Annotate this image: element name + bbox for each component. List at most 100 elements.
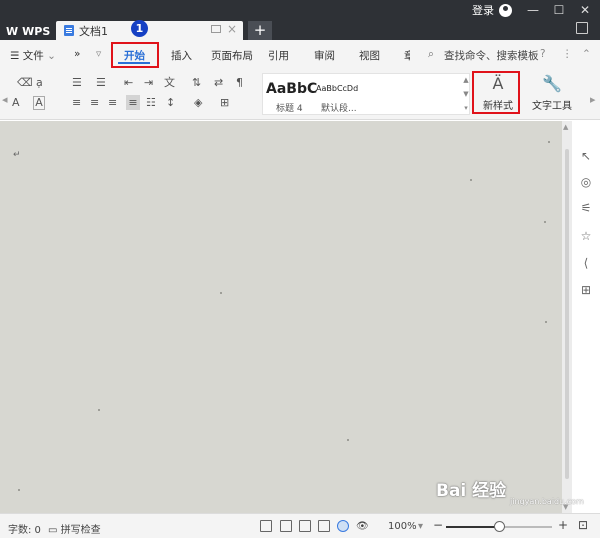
close-button[interactable]: ✕ [572,0,598,20]
document-tab[interactable]: 文档1 × [56,21,243,40]
zoom-level[interactable]: 100% [388,521,417,532]
sidebar-toggle-icon[interactable] [576,22,588,34]
style-label-default: 默认段... [321,104,357,114]
right-tool-panel: ↖ ◎ ⚟ ☆ ⟨ ⊞ [572,121,600,513]
bullet-list-icon[interactable]: ☰ [72,77,82,89]
wps-home-tab[interactable]: W WPS [6,23,50,39]
style-label-heading4: 标题 4 [276,104,303,114]
help-icon[interactable]: ? [540,48,546,62]
distributed-icon[interactable]: ☷ [146,97,156,109]
scrollbar-thumb[interactable] [565,149,569,479]
zoom-out-button[interactable]: − [433,518,443,532]
reading-mode-icon[interactable] [280,520,292,532]
numbered-list-icon[interactable]: ☰ [96,77,106,89]
paper-speck [470,179,472,181]
minimize-button[interactable]: — [520,0,546,20]
paper-speck [220,292,222,294]
zoom-dropdown-icon[interactable]: ▾ [418,521,423,532]
align-center-icon[interactable]: ≡ [90,97,99,109]
ribbon-scroll-right-icon[interactable]: ▸ [590,94,596,106]
login-label: 登录 [472,4,494,17]
share-icon[interactable]: ⟨ [579,256,593,270]
apps-grid-icon[interactable]: ⊞ [579,283,593,297]
search-input[interactable]: 查找命令、搜索模板 [444,48,539,62]
paper-speck [347,439,349,441]
style-sample-body[interactable]: AaBbCcDd [316,84,358,93]
document-tab-title: 文档1 [79,24,108,38]
spell-check-label: 拼写检查 [60,525,101,536]
style-gallery[interactable]: AaBbC AaBbCcDd 标题 4 默认段... [262,73,470,115]
tab-review[interactable]: 审阅 [314,48,335,62]
tab-chapter[interactable]: 章 [404,48,410,62]
char-border-icon[interactable]: A [33,96,45,110]
tab-page-layout[interactable]: 页面布局 [211,48,253,62]
file-menu[interactable]: ☰ 文件 ⌄ [10,48,56,62]
paper-speck [548,141,550,143]
shapes-icon[interactable]: ◎ [579,175,593,189]
spell-check-button[interactable]: ▭ 拼写检查 [48,521,101,536]
menu-bar: ☰ 文件 ⌄ » ▿ 开始 插入 页面布局 引用 审阅 视图 章 ⌕ 查找命令、… [0,40,600,70]
paragraph-mark: ↵ [13,150,21,160]
star-icon[interactable]: ☆ [579,229,593,243]
paper-speck [544,221,546,223]
align-left-icon[interactable]: ≡ [72,97,81,109]
justify-icon[interactable]: ≡ [126,95,140,110]
fullscreen-icon[interactable] [260,520,272,532]
tab-insert[interactable]: 插入 [171,48,192,62]
avatar-icon [499,3,512,17]
document-canvas[interactable]: ↵ [0,121,562,513]
fit-window-icon[interactable]: ⊡ [578,518,588,532]
word-count[interactable]: 字数: 0 [8,521,41,536]
text-tools-button[interactable]: 🔧 文字工具 [528,74,576,112]
sort-icon[interactable]: ⇅ [192,77,201,89]
tab-references[interactable]: 引用 [268,48,289,62]
border-icon[interactable]: ⊞ [220,97,229,109]
web-view-icon[interactable] [337,520,349,532]
paper-speck [18,489,20,491]
chinese-layout-icon[interactable]: 文 [164,77,175,89]
zoom-in-button[interactable]: + [558,518,568,532]
collapse-ribbon-icon[interactable]: ⌃ [582,48,591,62]
phonetic-icon[interactable]: ạ [36,77,43,89]
baidu-watermark-url: jingyan.baidu.com [510,497,584,506]
style-sample-heading[interactable]: AaBbC [266,81,317,97]
highlight-color-icon[interactable]: A [12,97,20,109]
login-button[interactable]: 登录 [472,2,512,18]
paper-speck [545,321,547,323]
ribbon-scroll-left-icon[interactable]: ◂ [2,94,8,106]
more-icon[interactable]: ⋮ [562,48,573,62]
format-painter-icon[interactable]: ¶ [236,77,243,89]
spell-check-icon: ▭ [48,525,61,536]
expand-icon[interactable]: » [74,48,80,62]
scroll-up-icon[interactable]: ▲ [563,123,568,131]
select-cursor-icon[interactable]: ↖ [579,149,593,163]
zoom-slider-handle[interactable] [494,521,505,532]
file-label: 文件 [22,50,44,62]
adjust-settings-icon[interactable]: ⚟ [579,201,593,215]
screen-icon[interactable] [211,25,221,33]
outline-view-icon[interactable] [318,520,330,532]
tab-view[interactable]: 视图 [359,48,380,62]
decrease-indent-icon[interactable]: ⇤ [124,77,133,89]
style-gallery-scroll[interactable]: ▲ ▼ ▾ [462,73,470,117]
zoom-slider-fill [446,526,499,528]
page-view-icon[interactable] [299,520,311,532]
hamburger-icon: ☰ [10,50,23,62]
clear-format-icon[interactable]: ⌫ [17,77,33,89]
align-right-icon[interactable]: ≡ [108,97,117,109]
close-tab-icon[interactable]: × [227,22,237,36]
search-icon[interactable]: ⌕ [428,48,434,62]
callout-box-home-tab [111,42,159,68]
document-icon [64,25,74,36]
increase-indent-icon[interactable]: ⇥ [144,77,153,89]
line-spacing-icon[interactable]: ↕ [166,97,175,109]
eye-protect-icon[interactable]: 👁 [356,521,369,532]
show-marks-icon[interactable]: ⇄ [214,77,223,89]
quick-dropdown-icon[interactable]: ▿ [96,48,101,62]
new-tab-button[interactable]: + [248,21,272,40]
shading-icon[interactable]: ◈ [194,97,202,109]
wrench-icon: 🔧 [542,74,562,93]
baidu-watermark: Bai 经验 [436,481,507,501]
vertical-scrollbar[interactable]: ▲ ▼ [562,121,572,513]
maximize-button[interactable]: ☐ [546,0,572,20]
